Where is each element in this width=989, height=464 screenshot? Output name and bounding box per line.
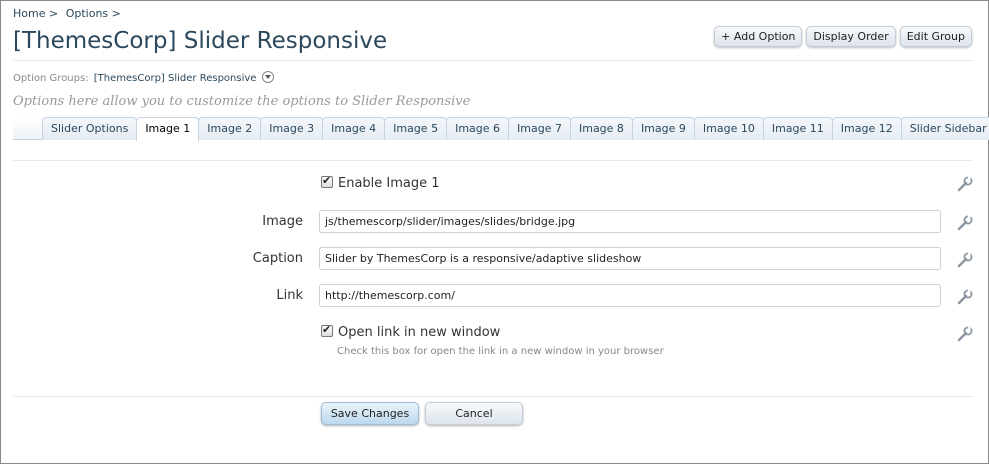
divider [13, 396, 972, 397]
add-option-button[interactable]: + Add Option [714, 26, 803, 47]
new-window-hint: Check this box for open the link in a ne… [337, 346, 664, 357]
tab-image-7[interactable]: Image 7 [508, 117, 571, 140]
enable-image-checkbox[interactable] [321, 174, 333, 188]
tab-image-8[interactable]: Image 8 [569, 117, 633, 140]
new-window-checkbox[interactable] [321, 323, 333, 337]
divider [13, 160, 972, 161]
image-url-input[interactable]: js/themescorp/slider/images/slides/bridg… [319, 210, 941, 233]
image-field-label: Image [262, 214, 303, 229]
page-description: Options here allow you to customize the … [13, 94, 471, 109]
new-window-label: Open link in new window [338, 325, 501, 340]
wrench-icon[interactable] [956, 325, 974, 343]
link-field-label: Link [276, 288, 303, 303]
cancel-button[interactable]: Cancel [425, 402, 523, 425]
display-order-button[interactable]: Display Order [806, 26, 896, 47]
wrench-icon[interactable] [956, 288, 974, 306]
tab-image-2[interactable]: Image 2 [198, 117, 262, 140]
breadcrumb-options[interactable]: Options > [66, 7, 121, 20]
wrench-icon[interactable] [956, 175, 974, 193]
divider [13, 60, 972, 61]
wrench-icon[interactable] [956, 214, 974, 232]
enable-image-label: Enable Image 1 [338, 176, 440, 191]
caption-input[interactable]: Slider by ThemesCorp is a responsive/ada… [319, 247, 941, 270]
option-groups-label: Option Groups: [13, 73, 89, 84]
top-button-group: + Add Option Display Order Edit Group [714, 26, 972, 47]
tab-image-12[interactable]: Image 12 [831, 117, 902, 140]
caption-field-label: Caption [252, 251, 303, 266]
tab-image-4[interactable]: Image 4 [322, 117, 386, 140]
tab-slider-options[interactable]: Slider Options [42, 117, 138, 140]
tab-image-10[interactable]: Image 10 [693, 117, 764, 140]
save-changes-button[interactable]: Save Changes [321, 402, 419, 425]
page-title: [ThemesCorp] Slider Responsive [13, 28, 388, 54]
wrench-icon[interactable] [956, 251, 974, 269]
tab-image-11[interactable]: Image 11 [762, 117, 833, 140]
tab-slider-sidebar[interactable]: Slider Sidebar [900, 117, 989, 140]
chevron-down-icon[interactable] [261, 71, 274, 83]
tab-image-5[interactable]: Image 5 [384, 117, 448, 140]
breadcrumb-home[interactable]: Home > [13, 7, 58, 20]
edit-group-button[interactable]: Edit Group [899, 26, 972, 47]
link-input[interactable]: http://themescorp.com/ [319, 284, 941, 307]
breadcrumb: Home > Options > [13, 7, 125, 20]
options-window: Home > Options > [ThemesCorp] Slider Res… [0, 0, 989, 464]
tab-image-9[interactable]: Image 9 [631, 117, 695, 140]
option-groups-value[interactable]: [ThemesCorp] Slider Responsive [94, 73, 257, 84]
tab-bar: Slider Options Image 1 Image 2 Image 3 Image… [13, 117, 989, 141]
tab-image-6[interactable]: Image 6 [446, 117, 510, 140]
tab-image-1[interactable]: Image 1 [136, 117, 200, 141]
option-groups: Option Groups: [ThemesCorp] Slider Respo… [13, 71, 274, 84]
tab-image-3[interactable]: Image 3 [260, 117, 324, 140]
tab-list: Slider Options Image 1 Image 2 Image 3 Image… [42, 117, 989, 141]
